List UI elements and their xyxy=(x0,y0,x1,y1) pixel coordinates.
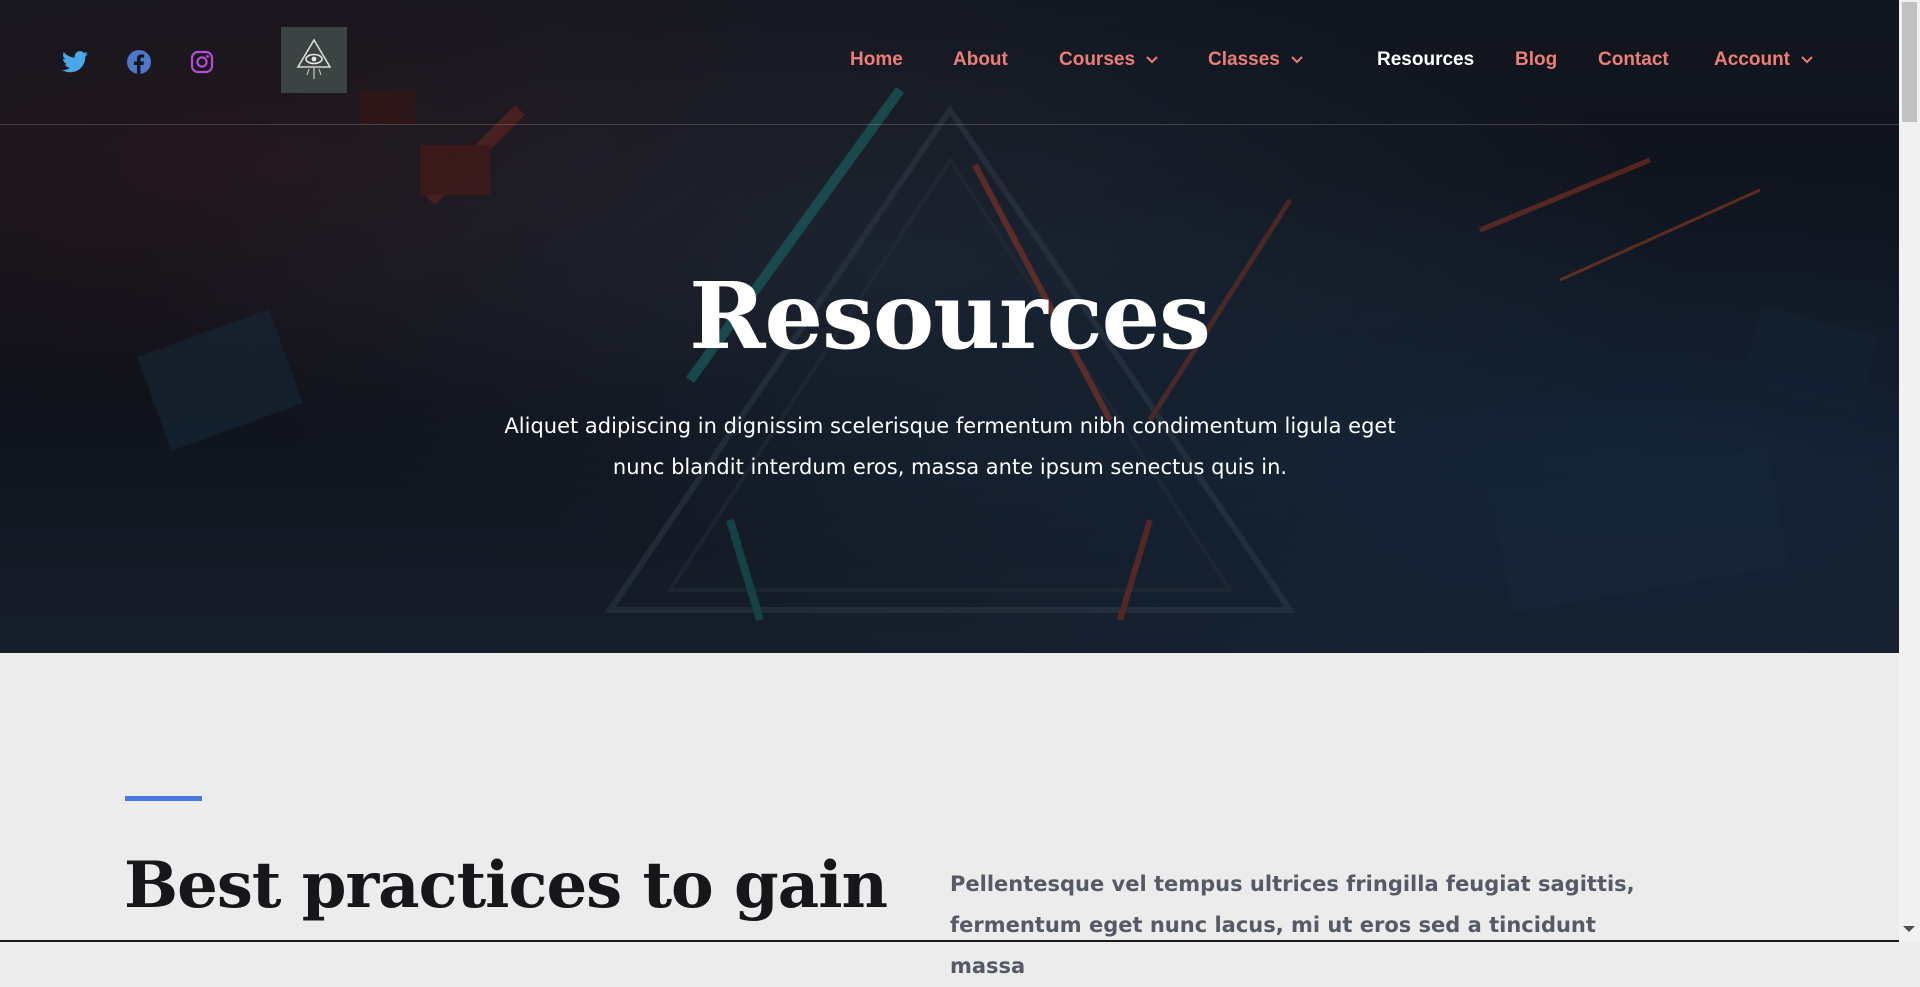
twitter-icon[interactable] xyxy=(61,48,89,76)
nav-courses[interactable]: Courses xyxy=(1059,49,1159,71)
instagram-icon[interactable] xyxy=(188,48,216,76)
chevron-down-icon xyxy=(1146,56,1158,64)
nav-about-label: About xyxy=(953,49,1008,70)
page-title: Resources xyxy=(689,262,1211,370)
nav-contact[interactable]: Contact xyxy=(1598,49,1669,71)
nav-about[interactable]: About xyxy=(953,49,1008,71)
hero-section: Home About Courses Classes Resources Blo… xyxy=(0,0,1899,653)
nav-courses-label: Courses xyxy=(1059,49,1136,70)
section-title: Best practices to gain xyxy=(124,848,888,923)
nav-resources-label: Resources xyxy=(1377,49,1475,70)
hero-description: Aliquet adipiscing in dignissim sceleris… xyxy=(504,414,1396,479)
nav-blog-label: Blog xyxy=(1515,49,1558,70)
section-description: Pellentesque vel tempus ultrices fringil… xyxy=(950,872,1635,978)
section-accent-line xyxy=(125,796,202,801)
nav-account-label: Account xyxy=(1714,49,1790,70)
scrollbar-thumb[interactable] xyxy=(1902,2,1917,122)
nav-blog[interactable]: Blog xyxy=(1515,49,1557,71)
chevron-down-icon xyxy=(1801,56,1813,64)
nav-classes-label: Classes xyxy=(1208,49,1280,70)
site-header: Home About Courses Classes Resources Blo… xyxy=(0,0,1899,125)
facebook-icon[interactable] xyxy=(125,48,153,76)
nav-contact-label: Contact xyxy=(1598,49,1669,70)
nav-home[interactable]: Home xyxy=(850,49,903,71)
nav-account[interactable]: Account xyxy=(1714,49,1814,71)
chevron-down-icon xyxy=(1291,56,1303,64)
scrollbar-track[interactable] xyxy=(1899,0,1920,942)
nav-classes[interactable]: Classes xyxy=(1208,49,1304,71)
site-logo[interactable] xyxy=(281,27,347,93)
scroll-down-arrow-icon[interactable] xyxy=(1903,926,1915,932)
nav-home-label: Home xyxy=(850,49,903,70)
nav-resources[interactable]: Resources xyxy=(1377,49,1474,71)
eye-pyramid-icon xyxy=(296,38,332,79)
